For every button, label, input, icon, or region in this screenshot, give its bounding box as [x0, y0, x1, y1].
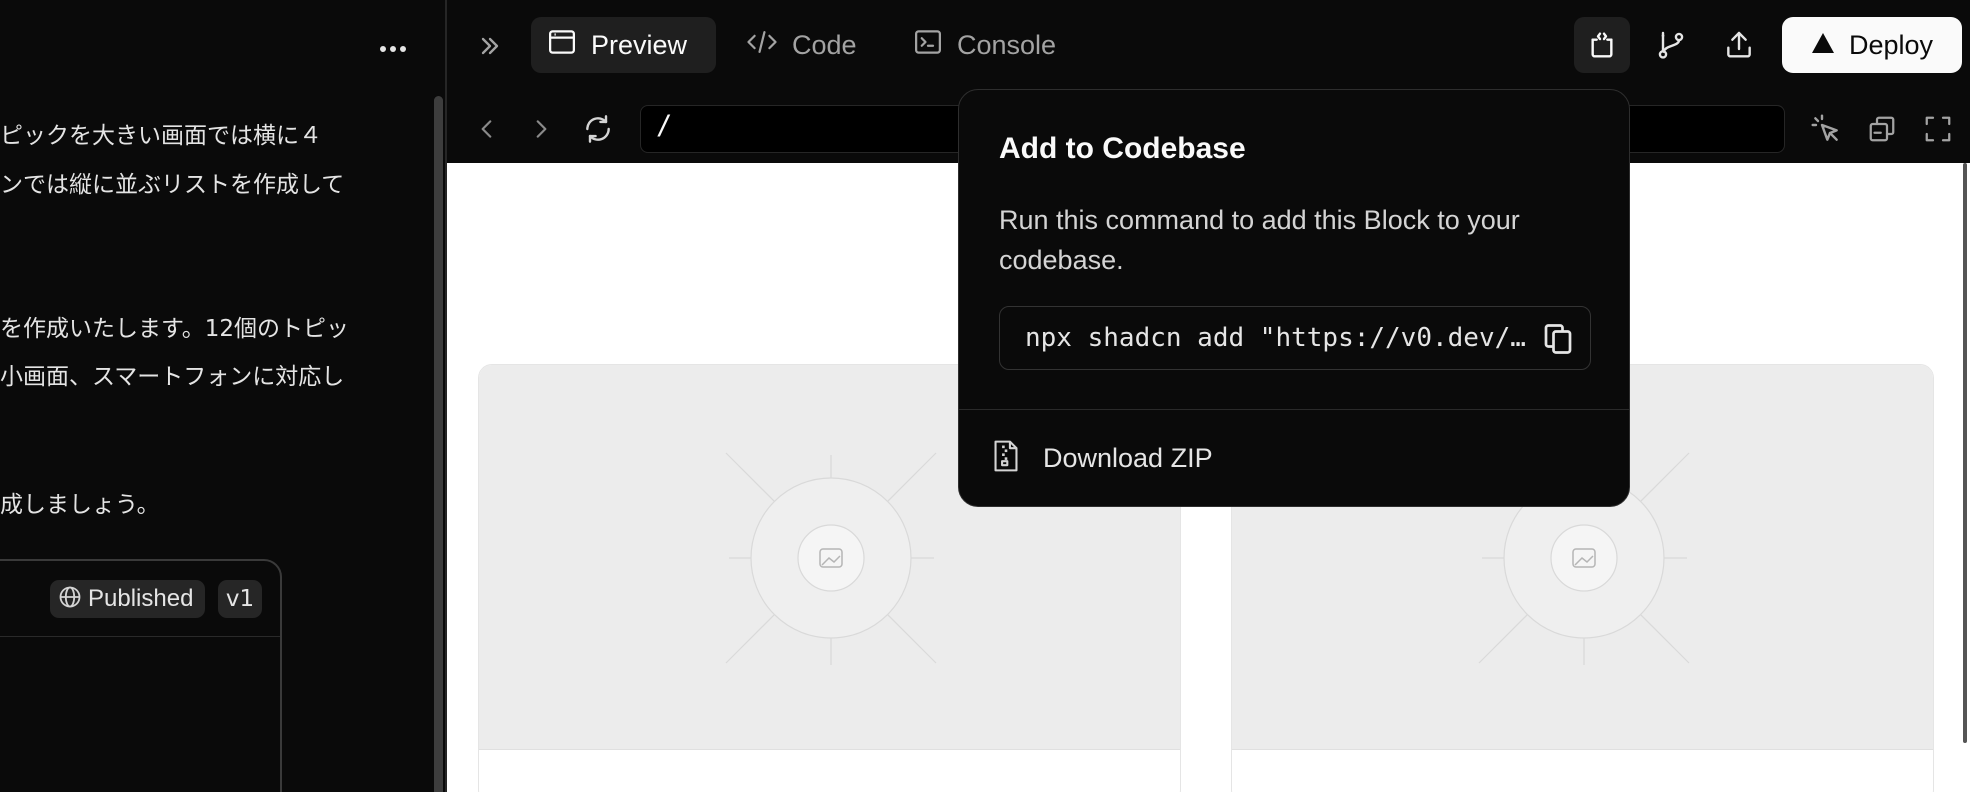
version-badge[interactable]: v1 [218, 580, 262, 618]
add-to-codebase-icon[interactable] [1574, 17, 1630, 73]
tab-preview[interactable]: Preview [531, 17, 716, 73]
chat-scrollbar[interactable] [434, 96, 443, 792]
open-new-window-icon[interactable] [1862, 108, 1902, 150]
card-divider [0, 636, 280, 637]
code-icon [746, 27, 778, 64]
tab-code[interactable]: Code [730, 17, 880, 73]
chat-message-line: 成しましょう。 [0, 492, 160, 518]
expand-sidebar-icon[interactable] [470, 26, 510, 66]
chat-panel: ピックを大きい画面では横に４ ンでは縦に並ぶリストを作成して を作成いたします。… [0, 0, 445, 792]
deploy-button[interactable]: Deploy [1782, 17, 1962, 73]
chat-message-line: ピックを大きい画面では横に４ [0, 123, 322, 149]
fullscreen-icon[interactable] [1918, 108, 1958, 150]
deploy-label: Deploy [1848, 29, 1934, 60]
forward-icon[interactable] [524, 110, 558, 148]
refresh-icon[interactable] [578, 108, 618, 150]
more-options-button[interactable] [372, 28, 414, 70]
back-icon[interactable] [470, 110, 504, 148]
download-zip-label: Download ZIP [1043, 442, 1213, 473]
share-upload-icon[interactable] [1716, 22, 1762, 68]
popover-description: Run this command to add this Block to yo… [999, 205, 1520, 275]
browser-window-icon [547, 27, 577, 64]
url-path-text[interactable]: / [656, 110, 672, 141]
tab-code-label: Code [792, 29, 857, 60]
zip-file-icon [991, 439, 1021, 478]
published-label: Published [88, 585, 194, 612]
copy-icon[interactable] [1540, 321, 1576, 357]
version-card[interactable]: Published v1 [0, 559, 282, 792]
globe-icon [58, 585, 82, 614]
tab-preview-label: Preview [591, 29, 688, 60]
chat-message-line: ンでは縦に並ぶリストを作成して [0, 172, 345, 198]
select-element-icon[interactable] [1806, 108, 1846, 150]
add-to-codebase-popover: Add to Codebase Run this command to add … [958, 89, 1630, 507]
download-zip-button[interactable]: Download ZIP [959, 410, 1629, 506]
command-box[interactable]: npx shadcn add "https://v0.dev/chat/b/..… [999, 306, 1591, 370]
triangle-icon [1811, 30, 1835, 61]
command-text[interactable]: npx shadcn add "https://v0.dev/chat/b/..… [1025, 323, 1530, 353]
preview-scrollbar[interactable] [1963, 163, 1967, 743]
git-branch-icon[interactable] [1648, 22, 1694, 68]
popover-title: Add to Codebase [999, 132, 1246, 165]
tab-console[interactable]: Console [897, 17, 1087, 73]
terminal-icon [913, 27, 943, 64]
published-badge[interactable]: Published [50, 580, 206, 618]
tab-console-label: Console [957, 29, 1057, 60]
chat-message-line: を作成いたします。12個のトピッ [0, 316, 349, 342]
chat-message-line: 小画面、スマートフォンに対応し [0, 364, 345, 390]
